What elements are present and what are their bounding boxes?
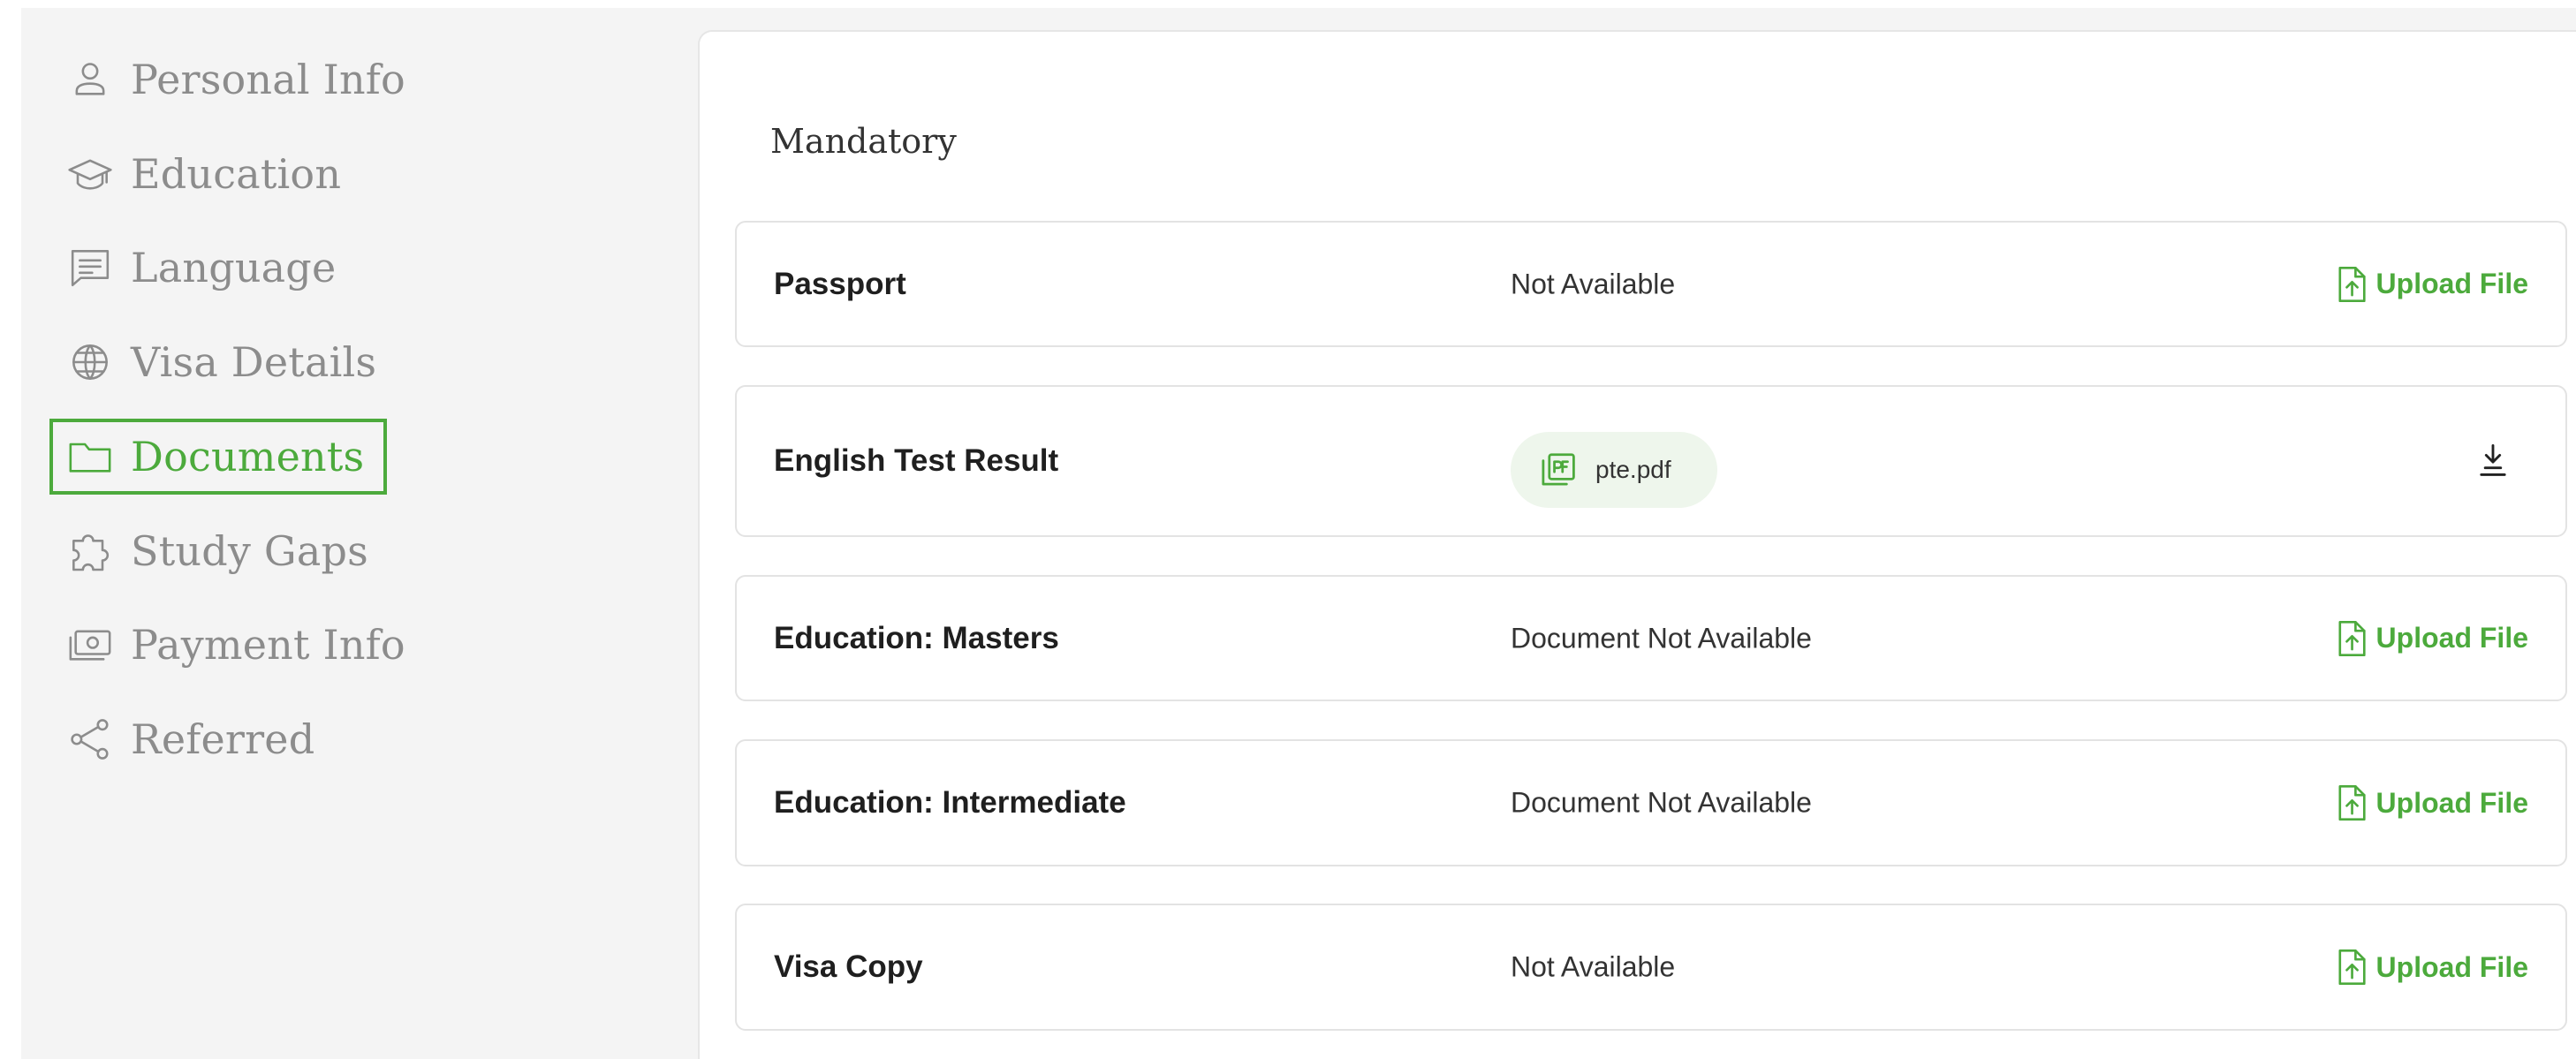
sidebar-item-label: Referred — [131, 715, 315, 763]
sidebar-item-education[interactable]: Education — [49, 136, 360, 212]
sidebar-item-label: Language — [131, 244, 337, 291]
pdf-file-icon — [1537, 450, 1578, 490]
sidebar-item-label: Documents — [131, 433, 365, 480]
file-upload-icon — [2334, 783, 2369, 822]
document-name: Education: Masters — [774, 620, 1059, 655]
message-icon — [65, 243, 115, 292]
puzzle-icon — [65, 526, 115, 576]
document-status: Document Not Available — [1511, 786, 1812, 819]
file-name: pte.pdf — [1595, 456, 1671, 483]
sidebar-item-visa-details[interactable]: Visa Details — [49, 324, 396, 400]
documents-panel: Mandatory Passport Not Available Upload … — [698, 30, 2576, 1059]
cash-icon — [65, 620, 115, 669]
file-upload-icon — [2334, 619, 2369, 658]
sidebar-nav: Personal Info Education Language Visa De… — [21, 8, 698, 1059]
sidebar-item-label: Study Gaps — [131, 527, 368, 575]
sidebar-item-label: Payment Info — [131, 621, 405, 669]
file-chip[interactable]: pte.pdf — [1511, 432, 1717, 508]
document-row-education-masters: Education: Masters Document Not Availabl… — [735, 575, 2567, 701]
document-name: Education: Intermediate — [774, 785, 1126, 820]
sidebar-item-payment-info[interactable]: Payment Info — [49, 607, 425, 683]
sidebar-item-label: Education — [131, 150, 342, 198]
file-upload-icon — [2334, 948, 2369, 987]
download-icon[interactable] — [2475, 442, 2511, 480]
graduation-cap-icon — [65, 149, 115, 199]
document-row-english-test-result: English Test Result pte.pdf — [735, 385, 2567, 537]
sidebar-item-study-gaps[interactable]: Study Gaps — [49, 513, 388, 589]
document-status: Document Not Available — [1511, 622, 1812, 654]
document-name: Visa Copy — [774, 949, 923, 984]
upload-file-label: Upload File — [2375, 268, 2528, 299]
folder-icon — [65, 432, 115, 481]
sidebar-item-referred[interactable]: Referred — [49, 701, 334, 777]
document-status: Not Available — [1511, 268, 1676, 299]
document-name: English Test Result — [774, 443, 1059, 478]
sidebar-item-personal-info[interactable]: Personal Info — [49, 42, 425, 117]
section-title: Mandatory — [770, 122, 957, 161]
file-upload-icon — [2334, 265, 2369, 304]
person-icon — [65, 55, 115, 104]
upload-file-button[interactable]: Upload File — [2334, 619, 2528, 658]
document-row-education-intermediate: Education: Intermediate Document Not Ava… — [735, 739, 2567, 866]
sidebar-item-label: Personal Info — [131, 56, 405, 103]
upload-file-label: Upload File — [2375, 622, 2528, 654]
document-status: Not Available — [1511, 950, 1676, 983]
document-name: Passport — [774, 266, 906, 301]
share-icon — [65, 715, 115, 764]
upload-file-button[interactable]: Upload File — [2334, 948, 2528, 987]
sidebar-item-language[interactable]: Language — [49, 230, 355, 306]
document-row-passport: Passport Not Available Upload File — [735, 221, 2567, 347]
upload-file-button[interactable]: Upload File — [2334, 783, 2528, 822]
app-shell: Personal Info Education Language Visa De… — [21, 8, 2576, 1059]
upload-file-button[interactable]: Upload File — [2334, 265, 2528, 304]
sidebar-item-label: Visa Details — [131, 338, 377, 386]
document-row-visa-copy: Visa Copy Not Available Upload File — [735, 904, 2567, 1031]
globe-icon — [65, 337, 115, 387]
upload-file-label: Upload File — [2375, 786, 2528, 819]
upload-file-label: Upload File — [2375, 950, 2528, 983]
sidebar-item-documents[interactable]: Documents — [49, 419, 388, 495]
